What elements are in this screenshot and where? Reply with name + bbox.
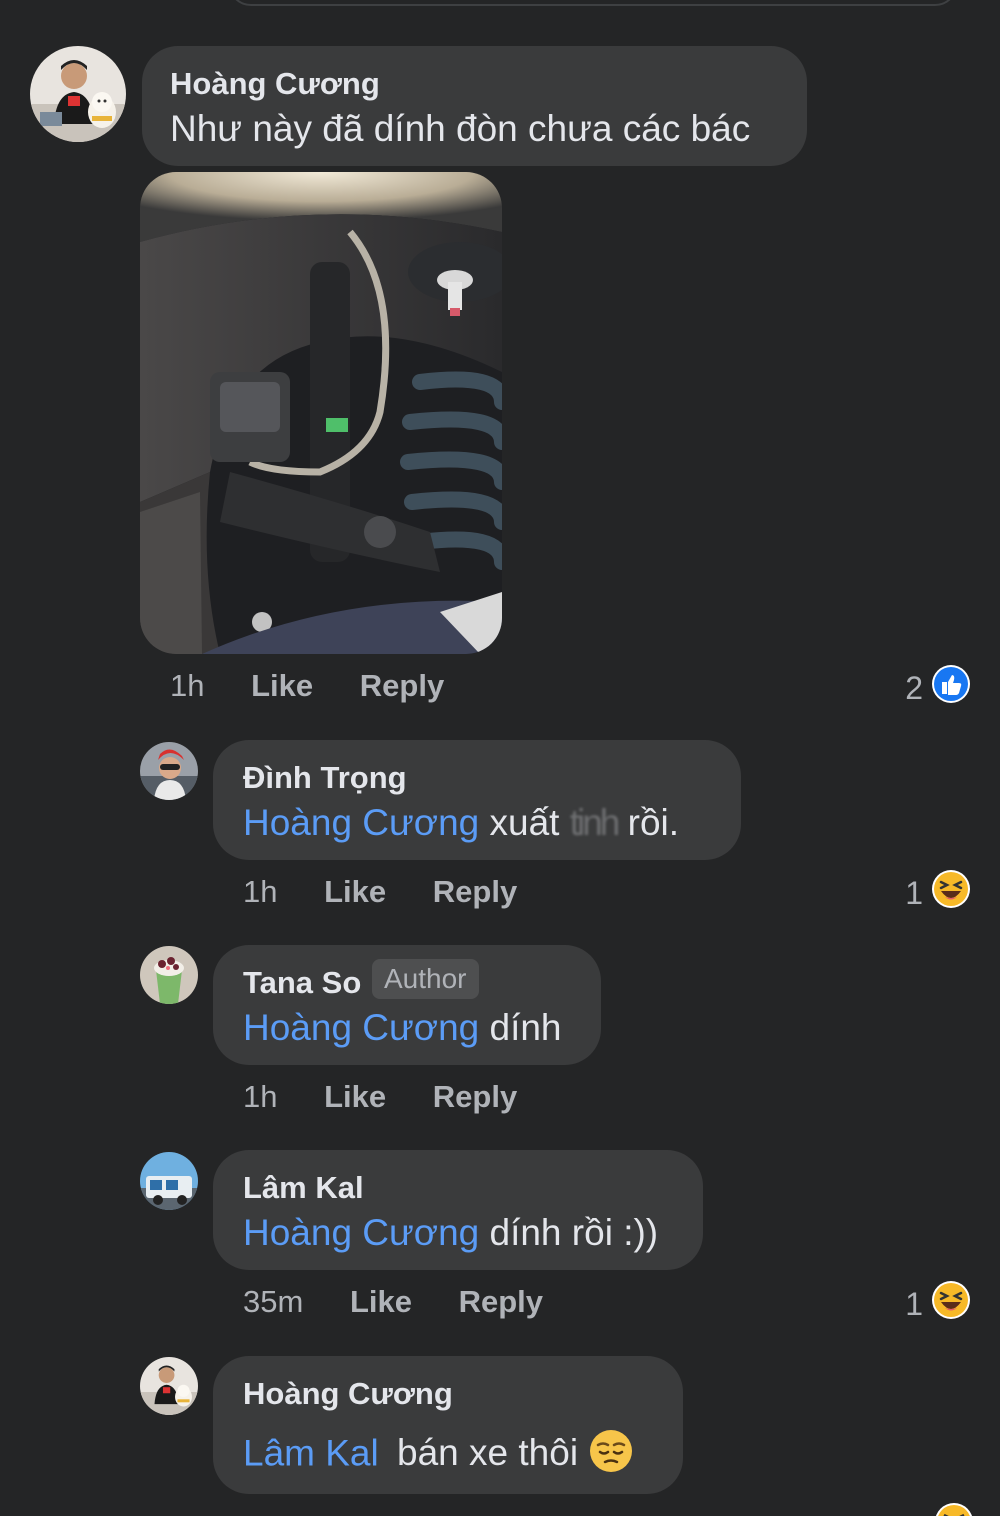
comment-text: Như này đã dính đòn chưa các bác — [170, 108, 751, 149]
text-segment: bán xe thôi — [397, 1432, 579, 1474]
avatar-lam-kal[interactable] — [140, 1152, 198, 1210]
reply-button[interactable]: Reply — [433, 874, 517, 909]
author-badge: Author — [372, 959, 479, 999]
mention-link[interactable]: Hoàng Cương — [243, 1007, 479, 1048]
like-button[interactable]: Like — [324, 1079, 386, 1114]
comment-author[interactable]: Lâm Kal — [243, 1170, 364, 1206]
like-reaction-icon — [931, 664, 971, 712]
mention-link[interactable]: Hoàng Cương — [243, 1212, 479, 1253]
comment-time[interactable]: 1h — [170, 668, 204, 703]
obscured-word: tinh — [569, 802, 621, 843]
comment-author[interactable]: Đình Trọng — [243, 760, 407, 796]
text-segment: xuất — [489, 802, 560, 843]
avatar-hoang-cuong[interactable] — [140, 1357, 198, 1415]
reply-button[interactable]: Reply — [459, 1284, 543, 1319]
text-segment: dính — [489, 1007, 562, 1048]
text-segment: dính rồi :)) — [489, 1212, 659, 1253]
reply-button[interactable]: Reply — [360, 668, 444, 703]
avatar-dinh-trong[interactable] — [140, 742, 198, 800]
comment-meta: 1h Like Reply — [243, 874, 517, 910]
comment-author[interactable]: Tana So — [243, 965, 361, 1001]
comment-author[interactable]: Hoàng Cương — [170, 66, 380, 102]
comment-text: Hoàng Cương dính rồi :)) — [243, 1212, 658, 1254]
mention-link[interactable]: Lâm Kal — [243, 1432, 379, 1473]
comment-meta: 1h Like Reply — [243, 1079, 517, 1115]
comment-meta-cutoff — [243, 1504, 540, 1516]
laughing-reaction-icon — [931, 1280, 971, 1328]
reaction-summary[interactable]: 1 — [903, 869, 971, 917]
like-button[interactable]: Like — [251, 668, 313, 703]
reaction-count: 1 — [905, 1285, 923, 1322]
comment-time[interactable]: 1h — [243, 874, 277, 909]
reaction-summary[interactable]: 2 — [903, 664, 971, 712]
reply-input-top[interactable] — [228, 0, 958, 6]
laughing-reaction-icon — [934, 1502, 974, 1516]
text-segment: rồi. — [627, 802, 680, 843]
laughing-reaction-icon — [931, 869, 971, 917]
comment-text: Hoàng Cương dính — [243, 1007, 562, 1049]
comment-text: Lâm Kal bán xe thôi — [243, 1428, 634, 1483]
comment-author[interactable]: Hoàng Cương — [243, 1376, 453, 1412]
avatar-hoang-cuong[interactable] — [30, 46, 126, 142]
reaction-summary[interactable]: 1 — [903, 1280, 971, 1328]
comment-time[interactable]: 1h — [243, 1079, 277, 1114]
reaction-count: 1 — [905, 874, 923, 911]
like-button[interactable]: Like — [350, 1284, 412, 1319]
comment-meta: 35m Like Reply — [243, 1284, 543, 1320]
comment-photo[interactable] — [140, 172, 502, 654]
reaction-count: 2 — [905, 669, 923, 706]
comment-text: Hoàng Cương xuất tinh rồi. — [243, 802, 679, 844]
mention-link[interactable]: Hoàng Cương — [243, 802, 479, 843]
comment-meta: 1h Like Reply — [170, 668, 444, 704]
like-button[interactable]: Like — [324, 874, 386, 909]
avatar-tana-so[interactable] — [140, 946, 198, 1004]
pensive-face-icon — [588, 1428, 634, 1483]
reply-button[interactable]: Reply — [433, 1079, 517, 1114]
comment-time[interactable]: 35m — [243, 1284, 303, 1319]
